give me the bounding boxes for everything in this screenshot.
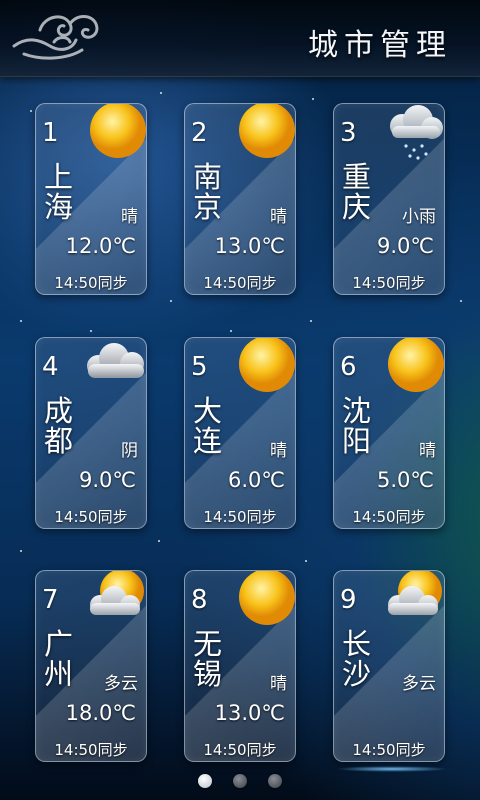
sync-time: 14:50同步 (352, 508, 426, 526)
page-dot-3[interactable] (268, 774, 282, 788)
top-bar: 城市管理 (0, 0, 480, 77)
city-index: 9 (340, 585, 357, 615)
city-index: 4 (42, 352, 59, 382)
temperature: 12.0℃ (65, 234, 136, 258)
weather-condition: 晴 (419, 441, 436, 461)
temperature: 9.0℃ (377, 234, 434, 258)
temperature: 13.0℃ (214, 701, 285, 725)
sun-icon (239, 338, 295, 392)
weather-condition: 多云 (402, 674, 436, 694)
weather-condition: 晴 (270, 674, 287, 694)
sync-time: 14:50同步 (352, 274, 426, 292)
city-index: 6 (340, 352, 357, 382)
city-card-7[interactable]: 7 广州 多云 18.0℃ 14:50同步 (35, 570, 147, 762)
city-name: 长沙 (342, 627, 372, 691)
city-index: 7 (42, 585, 59, 615)
city-index: 2 (191, 118, 208, 148)
city-card-5[interactable]: 5 大连 晴 6.0℃ 14:50同步 (184, 337, 296, 529)
city-card-9[interactable]: 9 长沙 多云 14:50同步 (333, 570, 445, 762)
sync-time: 14:50同步 (54, 274, 128, 292)
city-name: 上海 (44, 160, 74, 224)
city-name: 大连 (193, 394, 223, 458)
sun-icon (239, 571, 295, 625)
partly-cloudy-icon (388, 571, 442, 615)
sync-time: 14:50同步 (54, 508, 128, 526)
city-name: 无锡 (193, 627, 223, 691)
city-card-6[interactable]: 6 沈阳 晴 5.0℃ 14:50同步 (333, 337, 445, 529)
weather-condition: 阴 (121, 441, 138, 461)
city-name: 沈阳 (342, 394, 372, 458)
city-card-1[interactable]: 1 上海 晴 12.0℃ 14:50同步 (35, 103, 147, 295)
sun-icon (239, 104, 295, 158)
city-card-2[interactable]: 2 南京 晴 13.0℃ 14:50同步 (184, 103, 296, 295)
city-name: 成都 (44, 394, 74, 458)
sync-time: 14:50同步 (54, 741, 128, 759)
city-name: 重庆 (342, 160, 372, 224)
sync-time: 14:50同步 (203, 274, 277, 292)
temperature: 13.0℃ (214, 234, 285, 258)
temperature: 9.0℃ (79, 468, 136, 492)
page-indicator (0, 774, 480, 794)
rain-cloud-icon (390, 105, 443, 160)
sun-icon (388, 338, 444, 392)
city-index: 8 (191, 585, 208, 615)
weather-condition: 晴 (121, 207, 138, 227)
partly-cloudy-icon (90, 571, 144, 615)
city-index: 5 (191, 352, 208, 382)
city-name: 广州 (44, 627, 74, 691)
temperature: 6.0℃ (228, 468, 285, 492)
temperature: 5.0℃ (377, 468, 434, 492)
sync-time: 14:50同步 (203, 508, 277, 526)
city-index: 3 (340, 118, 357, 148)
city-name: 南京 (193, 160, 223, 224)
weather-condition: 小雨 (402, 207, 436, 227)
temperature: 18.0℃ (65, 701, 136, 725)
sync-time: 14:50同步 (203, 741, 277, 759)
overcast-cloud-icon (87, 343, 144, 378)
city-index: 1 (42, 118, 59, 148)
page-title: 城市管理 (308, 28, 452, 63)
city-card-8[interactable]: 8 无锡 晴 13.0℃ 14:50同步 (184, 570, 296, 762)
weather-condition: 多云 (104, 674, 138, 694)
cloud-swirl-logo-icon (12, 15, 99, 60)
sun-icon (90, 104, 146, 158)
page-dot-2[interactable] (233, 774, 247, 788)
page-dot-1[interactable] (198, 774, 212, 788)
weather-condition: 晴 (270, 441, 287, 461)
weather-condition: 晴 (270, 207, 287, 227)
city-card-4[interactable]: 4 成都 阴 9.0℃ 14:50同步 (35, 337, 147, 529)
sync-time: 14:50同步 (352, 741, 426, 759)
city-card-3[interactable]: 3 重庆 小雨 9.0℃ 14:50同步 (333, 103, 445, 295)
selection-glow (336, 766, 448, 772)
